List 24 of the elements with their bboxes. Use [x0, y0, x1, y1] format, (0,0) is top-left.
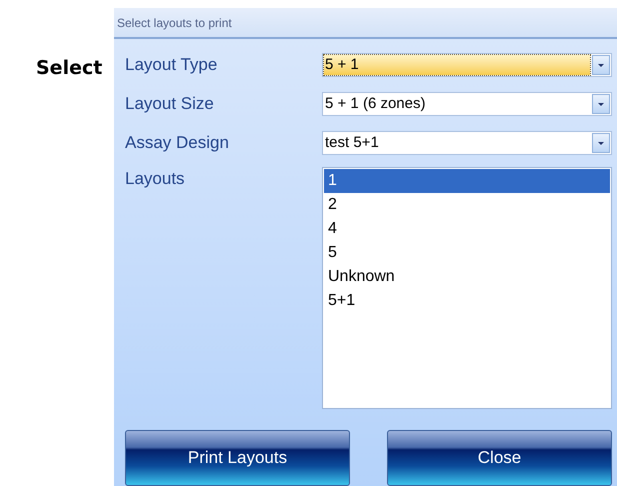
dropdown-field[interactable]: test 5+1 — [322, 131, 612, 155]
dialog-button[interactable]: Print Layouts — [125, 430, 350, 486]
list-item[interactable]: 2 — [324, 193, 610, 217]
field-label: Layouts — [125, 168, 186, 189]
dropdown-button[interactable] — [592, 133, 610, 153]
caret-icon — [598, 64, 604, 66]
dialog-button[interactable]: Close — [387, 430, 612, 486]
dropdown-button[interactable] — [592, 94, 610, 114]
side-heading: Select — [36, 57, 102, 79]
list-item[interactable]: 4 — [324, 217, 610, 241]
list-item[interactable]: 5+1 — [324, 289, 610, 313]
list-item[interactable]: 1 — [324, 169, 610, 193]
field-label: Assay Design — [125, 132, 230, 154]
dialog-title: Select layouts to print — [117, 14, 232, 32]
dropdown-field[interactable]: 5 + 1 — [322, 53, 612, 77]
list-item[interactable]: 5 — [324, 241, 610, 265]
field-label: Layout Size — [125, 93, 215, 116]
caret-icon — [598, 142, 604, 144]
dropdown-button[interactable] — [592, 55, 610, 75]
dropdown-field[interactable]: 5 + 1 (6 zones) — [322, 92, 612, 116]
field-label: Layout Type — [125, 54, 218, 76]
caret-icon — [598, 102, 604, 106]
layouts-list[interactable]: 1 2 4 5 Unknown 5+1 — [322, 167, 612, 409]
list-item[interactable]: Unknown — [324, 265, 610, 289]
